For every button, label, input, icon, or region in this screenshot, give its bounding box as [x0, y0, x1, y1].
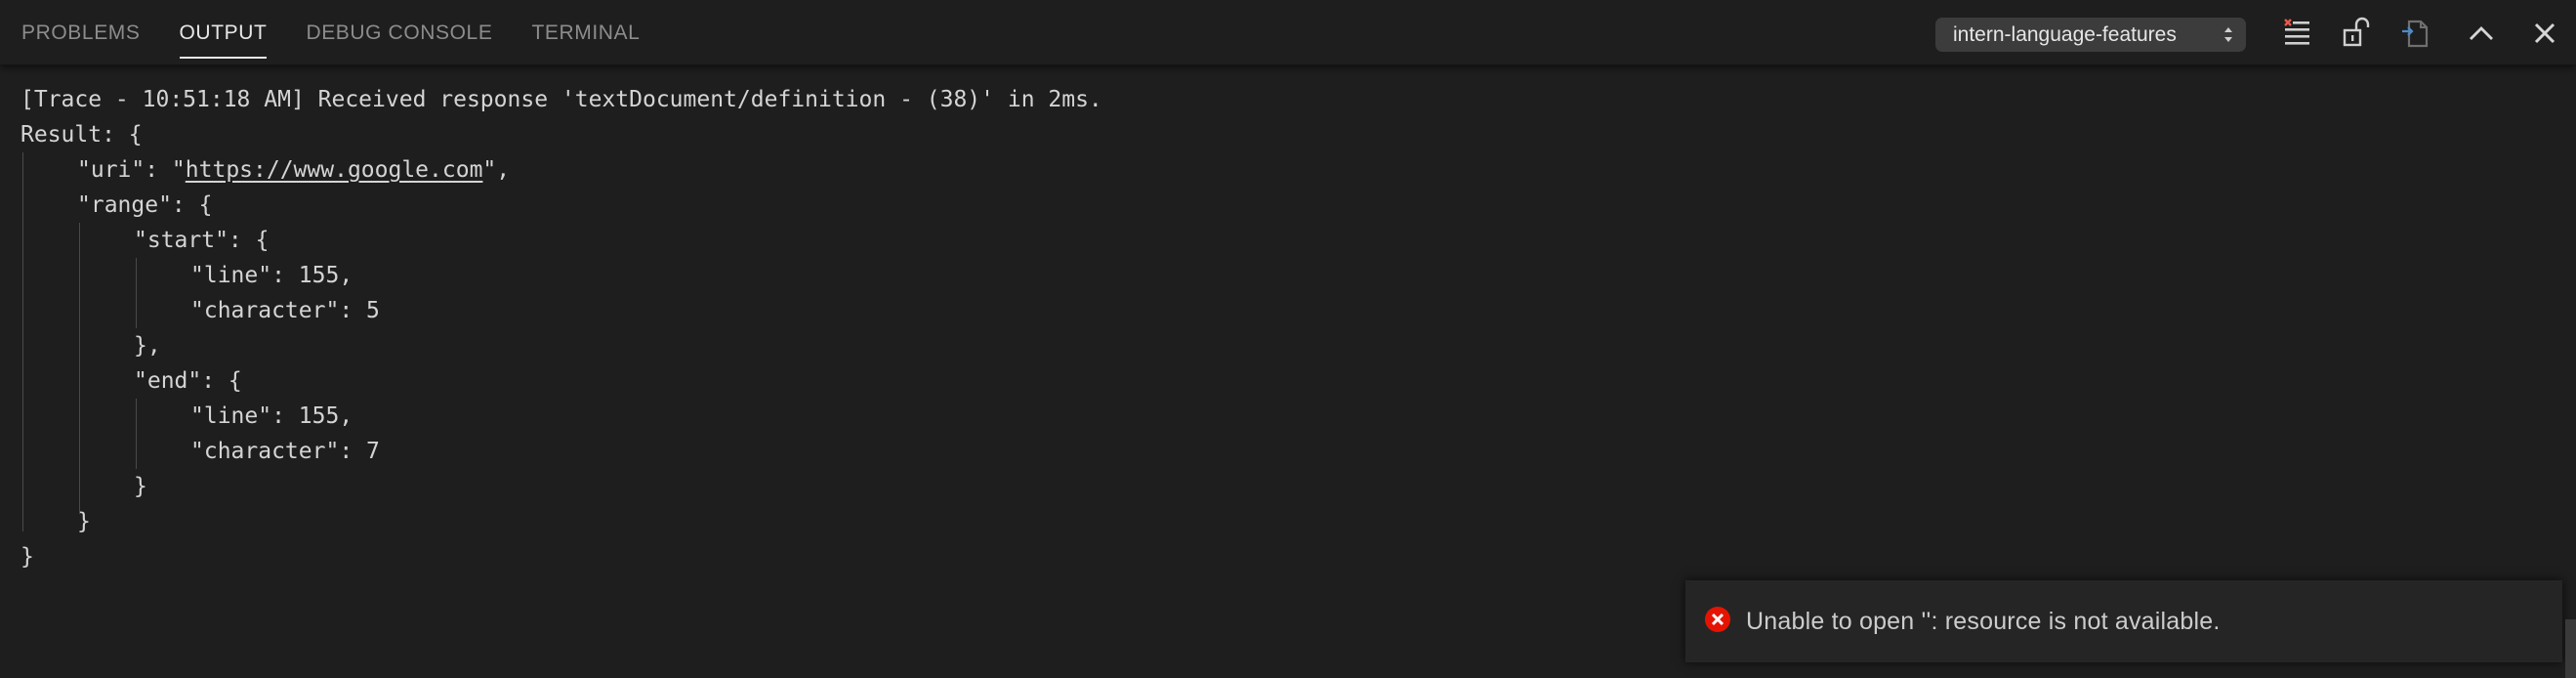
output-line: Result: {	[21, 117, 1102, 152]
output-channel-value: intern-language-features	[1953, 23, 2177, 46]
panel-tabs: PROBLEMS OUTPUT DEBUG CONSOLE TERMINAL	[21, 0, 679, 64]
output-text: "character": 5	[190, 298, 380, 323]
panel-header: PROBLEMS OUTPUT DEBUG CONSOLE TERMINAL i…	[0, 0, 2576, 64]
close-panel-button[interactable]	[2525, 14, 2564, 53]
clear-output-button[interactable]	[2277, 14, 2316, 53]
output-line: }	[21, 504, 1102, 539]
indent-guide	[136, 258, 137, 328]
select-arrows-icon	[2223, 18, 2234, 52]
output-line: "uri": "https://www.google.com",	[21, 152, 1102, 188]
output-line: "character": 7	[21, 434, 1102, 469]
tab-output[interactable]: OUTPUT	[179, 0, 268, 64]
output-text: "character": 7	[190, 439, 380, 464]
clear-all-icon	[2277, 14, 2316, 53]
indent-guide	[22, 152, 23, 531]
error-notification[interactable]: Unable to open '': resource is not avail…	[1685, 580, 2562, 662]
output-text: [Trace - 10:51:18 AM] Received response …	[21, 87, 1102, 112]
output-line: "start": {	[21, 223, 1102, 258]
json-punctuation: ",	[482, 157, 511, 183]
uri-link[interactable]: https://www.google.com	[186, 157, 483, 183]
output-line: "end": {	[21, 363, 1102, 399]
output-text: }	[21, 544, 34, 570]
output-text: }	[134, 474, 147, 499]
tab-terminal[interactable]: TERMINAL	[531, 0, 640, 64]
output-view[interactable]: [Trace - 10:51:18 AM] Received response …	[21, 82, 1102, 574]
output-text: "range": {	[77, 192, 213, 218]
lock-scroll-button[interactable]	[2337, 14, 2376, 53]
output-text: },	[134, 333, 161, 359]
error-icon	[1703, 605, 1732, 639]
output-text: "start": {	[134, 228, 270, 253]
output-line: "line": 155,	[21, 399, 1102, 434]
notification-message: Unable to open '': resource is not avail…	[1746, 607, 2221, 635]
output-line: }	[21, 469, 1102, 504]
output-text: "line": 155,	[190, 263, 353, 288]
output-line: "range": {	[21, 188, 1102, 223]
output-line: },	[21, 328, 1102, 363]
output-line: "line": 155,	[21, 258, 1102, 293]
indent-guide	[136, 399, 137, 469]
output-line: }	[21, 539, 1102, 574]
scrollbar[interactable]	[2565, 619, 2576, 678]
chevron-up-icon	[2462, 14, 2501, 53]
output-text: Result: {	[21, 122, 143, 148]
tab-debug-console[interactable]: DEBUG CONSOLE	[306, 0, 492, 64]
indent-guide	[79, 223, 80, 514]
output-line: "character": 5	[21, 293, 1102, 328]
output-text: "line": 155,	[190, 403, 353, 429]
output-text: "end": {	[134, 368, 242, 394]
output-channel-select[interactable]: intern-language-features	[1935, 18, 2246, 52]
unlock-icon	[2337, 14, 2376, 53]
json-key: "uri": "	[77, 157, 186, 183]
open-log-file-button[interactable]	[2398, 14, 2437, 53]
tab-problems[interactable]: PROBLEMS	[21, 0, 141, 64]
close-icon	[2525, 14, 2564, 53]
maximize-panel-button[interactable]	[2462, 14, 2501, 53]
open-file-icon	[2398, 14, 2437, 53]
output-line: [Trace - 10:51:18 AM] Received response …	[21, 82, 1102, 117]
